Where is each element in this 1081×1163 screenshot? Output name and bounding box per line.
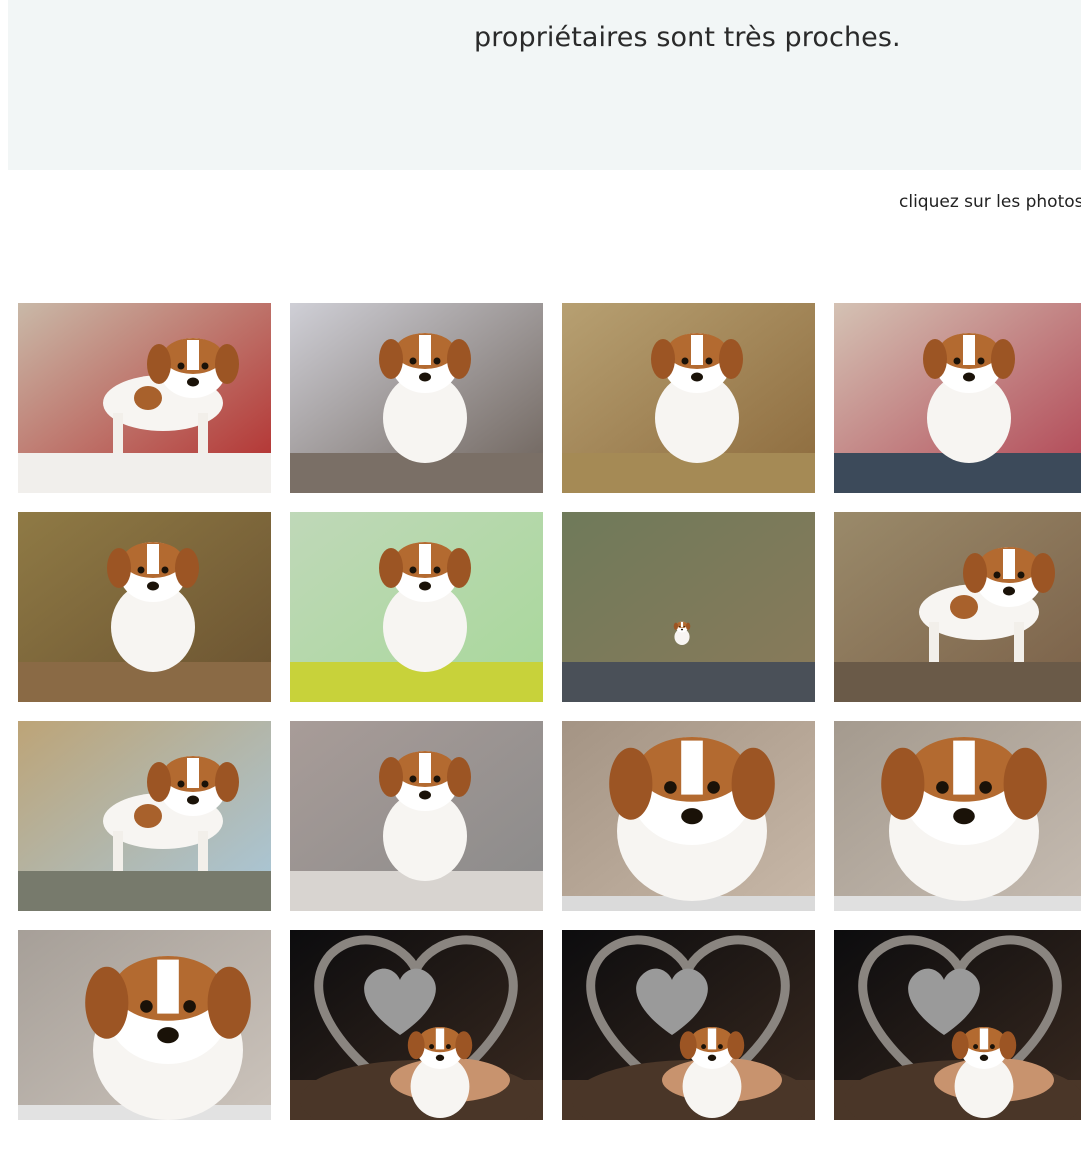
photo-gallery bbox=[18, 303, 1081, 1123]
puppy-photo-image bbox=[834, 721, 1081, 911]
puppy-photo-image bbox=[290, 930, 543, 1120]
gallery-photo-3[interactable] bbox=[562, 303, 815, 493]
gallery-photo-10[interactable] bbox=[290, 721, 543, 911]
gallery-photo-12[interactable] bbox=[834, 721, 1081, 911]
puppy-figure bbox=[107, 542, 199, 672]
puppy-photo-image bbox=[834, 303, 1081, 493]
puppy-figure bbox=[673, 621, 691, 645]
gallery-photo-1[interactable] bbox=[18, 303, 271, 493]
puppy-photo-image bbox=[562, 930, 815, 1120]
gallery-photo-2[interactable] bbox=[290, 303, 543, 493]
intro-text: propriétaires sont très proches. bbox=[474, 22, 901, 53]
gallery-photo-15[interactable] bbox=[562, 930, 815, 1120]
puppy-figure bbox=[379, 333, 471, 463]
gallery-photo-16[interactable] bbox=[834, 930, 1081, 1120]
puppy-figure bbox=[923, 333, 1015, 463]
puppy-photo-image bbox=[18, 303, 271, 493]
gallery-photo-9[interactable] bbox=[18, 721, 271, 911]
puppy-figure bbox=[651, 333, 743, 463]
puppy-photo-image bbox=[562, 512, 815, 702]
gallery-photo-7[interactable] bbox=[562, 512, 815, 702]
puppy-photo-image bbox=[18, 721, 271, 911]
puppy-photo-image bbox=[562, 721, 815, 911]
gallery-photo-13[interactable] bbox=[18, 930, 271, 1120]
puppy-figure bbox=[379, 542, 471, 672]
puppy-photo-image bbox=[18, 512, 271, 702]
gallery-photo-5[interactable] bbox=[18, 512, 271, 702]
puppy-photo-image bbox=[290, 303, 543, 493]
puppy-photo-image bbox=[290, 721, 543, 911]
puppy-photo-image bbox=[290, 512, 543, 702]
puppy-photo-image bbox=[562, 303, 815, 493]
puppy-photo-image bbox=[18, 930, 271, 1120]
gallery-photo-4[interactable] bbox=[834, 303, 1081, 493]
puppy-photo-image bbox=[834, 512, 1081, 702]
gallery-photo-6[interactable] bbox=[290, 512, 543, 702]
gallery-hint: cliquez sur les photos bbox=[899, 192, 1081, 212]
puppy-figure bbox=[379, 751, 471, 881]
gallery-photo-11[interactable] bbox=[562, 721, 815, 911]
intro-panel: propriétaires sont très proches. bbox=[8, 0, 1081, 170]
puppy-photo-image bbox=[834, 930, 1081, 1120]
gallery-photo-8[interactable] bbox=[834, 512, 1081, 702]
gallery-photo-14[interactable] bbox=[290, 930, 543, 1120]
